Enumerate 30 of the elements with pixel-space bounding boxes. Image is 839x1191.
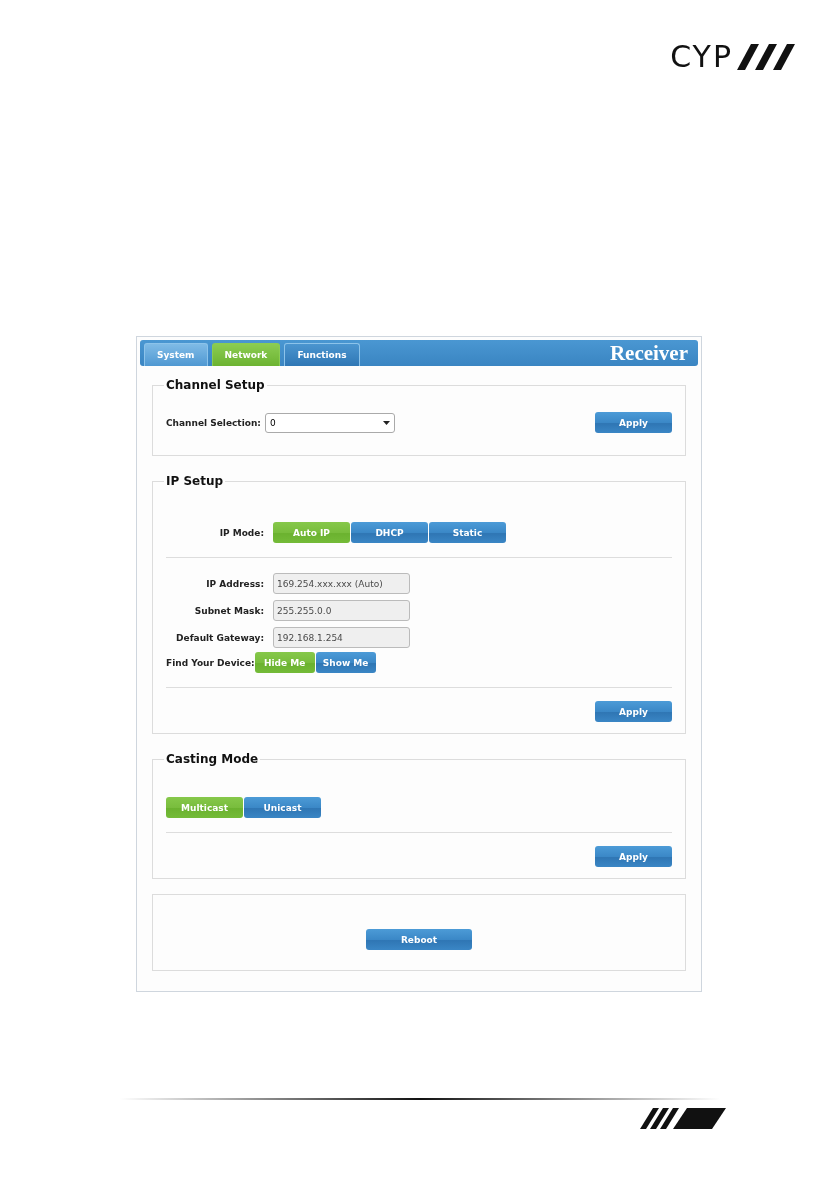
tab[interactable]: System	[144, 343, 208, 366]
channel-dropdown[interactable]: 0	[264, 412, 395, 433]
field-label: Channel Selection:	[166, 417, 261, 428]
field-label: Subnet Mask:	[193, 605, 264, 616]
toggle-button[interactable]: Show Me	[315, 652, 376, 673]
apply-button[interactable]: Apply	[595, 846, 672, 867]
field-label: Default Gateway:	[175, 632, 264, 643]
toggle-button[interactable]: Hide Me	[254, 652, 315, 673]
input-field[interactable]: 192.168.1.254	[273, 627, 410, 648]
input-field[interactable]: 169.254.xxx.xxx (Auto)	[273, 573, 410, 594]
apply-button[interactable]: Apply	[595, 412, 672, 433]
field-label: Find Your Device:	[166, 657, 255, 668]
apply-button[interactable]: Apply	[595, 701, 672, 722]
reboot-button[interactable]: Reboot	[366, 929, 472, 950]
section-title: Casting Mode	[165, 752, 260, 766]
mode-button[interactable]: Multicast	[166, 797, 243, 818]
mode-button[interactable]: Static	[429, 522, 506, 543]
brand-logo: CYP	[670, 42, 795, 72]
mode-button[interactable]: Auto IP	[273, 522, 350, 543]
input-field[interactable]: 255.255.0.0	[273, 600, 410, 621]
caret-icon	[382, 420, 390, 425]
section-title: Channel Setup	[165, 378, 266, 392]
mode-button[interactable]: DHCP	[351, 522, 428, 543]
page-title: Receiver	[609, 340, 688, 366]
tab[interactable]: Network	[211, 343, 281, 366]
mode-button[interactable]: Unicast	[244, 797, 321, 818]
field-label: IP Address:	[205, 578, 264, 589]
section-title: IP Setup	[165, 474, 225, 488]
field-label: IP Mode:	[218, 527, 264, 538]
tab[interactable]: Functions	[284, 343, 360, 366]
